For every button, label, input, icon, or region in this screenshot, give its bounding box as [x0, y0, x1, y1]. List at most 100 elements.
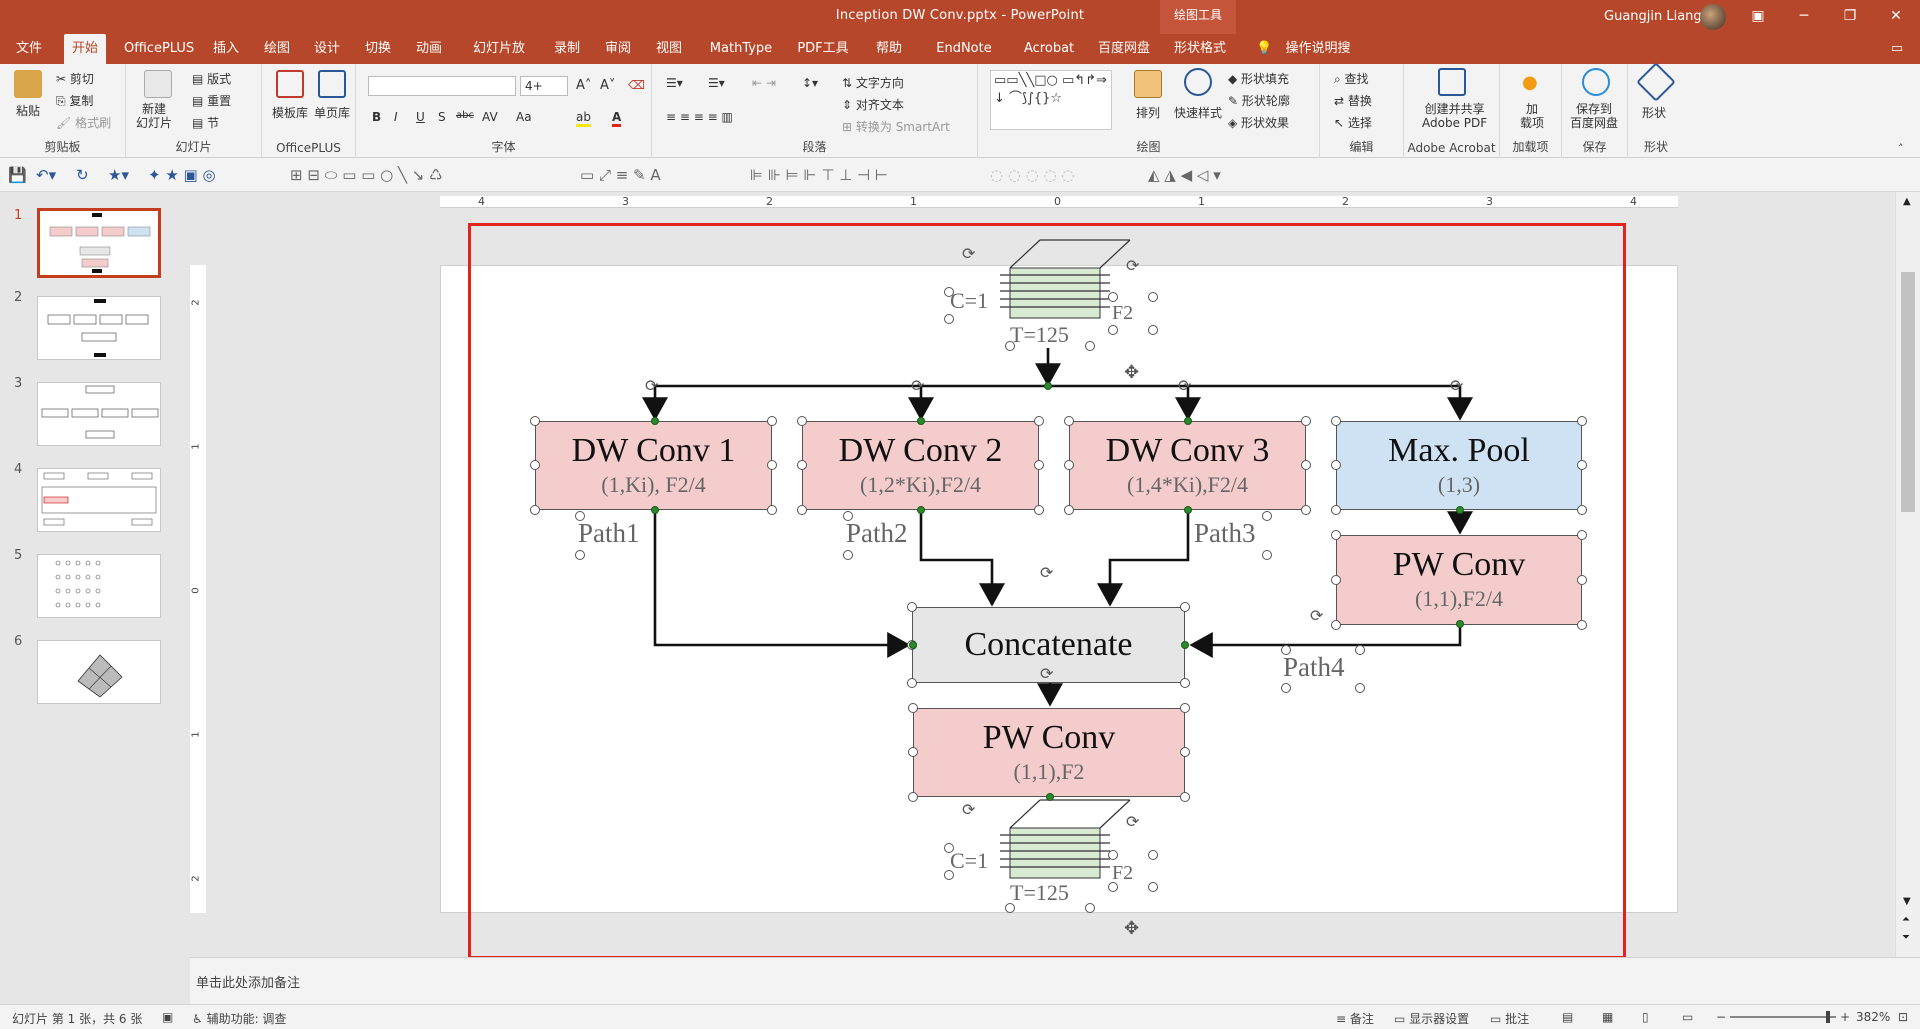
rotate-handle-icon[interactable]: ⟳: [962, 244, 975, 263]
accessibility-status[interactable]: ♿ 辅助功能: 调查: [192, 1010, 286, 1027]
fit-slide-icon[interactable]: ⊡: [1898, 1010, 1908, 1024]
rotate-handle-icon[interactable]: ⟳: [1040, 664, 1053, 683]
resize-handle[interactable]: [1577, 416, 1587, 426]
resize-handle[interactable]: [1301, 505, 1311, 515]
notes-placeholder[interactable]: 单击此处添加备注: [196, 972, 300, 991]
resize-handle[interactable]: [1108, 292, 1118, 302]
scroll-thumb[interactable]: [1901, 272, 1915, 512]
scroll-up-icon[interactable]: ▲: [1903, 196, 1911, 207]
resize-handle[interactable]: [530, 460, 540, 470]
next-slide-icon[interactable]: ⏷: [1902, 932, 1910, 943]
resize-handle[interactable]: [530, 416, 540, 426]
spellcheck-icon[interactable]: ▣: [162, 1010, 173, 1024]
resize-handle[interactable]: [1180, 792, 1190, 802]
connection-point[interactable]: [651, 506, 659, 514]
connection-point[interactable]: [1046, 793, 1054, 801]
resize-handle[interactable]: [1180, 747, 1190, 757]
pw-conv-pool-box[interactable]: PW Conv (1,1),F2/4: [1336, 535, 1582, 625]
slide-sorter-icon[interactable]: ▦: [1602, 1010, 1613, 1024]
dw-conv-2-box[interactable]: DW Conv 2 (1,2*Ki),F2/4: [802, 421, 1039, 510]
resize-handle[interactable]: [843, 511, 853, 521]
resize-handle[interactable]: [1262, 511, 1272, 521]
rotate-handle-icon[interactable]: ⟳: [1310, 606, 1323, 625]
resize-handle[interactable]: [908, 792, 918, 802]
connection-point[interactable]: [917, 417, 925, 425]
connection-point[interactable]: [1456, 506, 1464, 514]
resize-handle[interactable]: [1034, 460, 1044, 470]
path1-label[interactable]: Path1: [578, 518, 640, 549]
slideshow-icon[interactable]: ▭: [1682, 1010, 1693, 1024]
resize-handle[interactable]: [1331, 505, 1341, 515]
connection-point[interactable]: [1456, 620, 1464, 628]
rotate-handle-icon[interactable]: ⟳: [1126, 812, 1139, 831]
resize-handle[interactable]: [1281, 683, 1291, 693]
resize-handle[interactable]: [1331, 460, 1341, 470]
resize-handle[interactable]: [944, 314, 954, 324]
resize-handle[interactable]: [944, 287, 954, 297]
connection-point[interactable]: [917, 506, 925, 514]
resize-handle[interactable]: [1148, 850, 1158, 860]
resize-handle[interactable]: [797, 416, 807, 426]
zoom-in-icon[interactable]: +: [1840, 1010, 1850, 1024]
resize-handle[interactable]: [1577, 530, 1587, 540]
connection-point[interactable]: [1181, 641, 1189, 649]
rotate-handle-icon[interactable]: ⟳: [1178, 376, 1191, 395]
resize-handle[interactable]: [530, 505, 540, 515]
resize-handle[interactable]: [1180, 602, 1190, 612]
pw-conv-output-box[interactable]: PW Conv (1,1),F2: [913, 708, 1185, 797]
top-channel-label[interactable]: C=1: [950, 288, 988, 314]
connection-point[interactable]: [1184, 417, 1192, 425]
resize-handle[interactable]: [1577, 505, 1587, 515]
move-handle-icon[interactable]: ✥: [1124, 918, 1139, 939]
rotate-handle-icon[interactable]: ⟳: [962, 800, 975, 819]
resize-handle[interactable]: [1005, 341, 1015, 351]
resize-handle[interactable]: [1064, 460, 1074, 470]
path2-label[interactable]: Path2: [846, 518, 908, 549]
resize-handle[interactable]: [1577, 460, 1587, 470]
zoom-out-icon[interactable]: −: [1716, 1010, 1726, 1024]
resize-handle[interactable]: [1064, 505, 1074, 515]
resize-handle[interactable]: [1281, 645, 1291, 655]
resize-handle[interactable]: [1331, 416, 1341, 426]
zoom-slider[interactable]: [1730, 1016, 1836, 1018]
notes-pane[interactable]: 单击此处添加备注: [190, 957, 1920, 1004]
resize-handle[interactable]: [1301, 460, 1311, 470]
resize-handle[interactable]: [797, 460, 807, 470]
top-time-label[interactable]: T=125: [1010, 322, 1069, 348]
connection-point[interactable]: [651, 417, 659, 425]
resize-handle[interactable]: [1085, 341, 1095, 351]
resize-handle[interactable]: [907, 602, 917, 612]
resize-handle[interactable]: [767, 505, 777, 515]
resize-handle[interactable]: [1331, 530, 1341, 540]
connection-point[interactable]: [1184, 506, 1192, 514]
dw-conv-3-box[interactable]: DW Conv 3 (1,4*Ki),F2/4: [1069, 421, 1306, 510]
resize-handle[interactable]: [1180, 678, 1190, 688]
resize-handle[interactable]: [1108, 850, 1118, 860]
resize-handle[interactable]: [1108, 325, 1118, 335]
rotate-handle-icon[interactable]: ⟳: [1126, 256, 1139, 275]
resize-handle[interactable]: [944, 870, 954, 880]
resize-handle[interactable]: [1005, 903, 1015, 913]
reading-view-icon[interactable]: ▯: [1642, 1010, 1649, 1024]
zoom-slider-thumb[interactable]: [1826, 1011, 1830, 1023]
move-handle-icon[interactable]: ✥: [1124, 362, 1139, 383]
resize-handle[interactable]: [1301, 416, 1311, 426]
resize-handle[interactable]: [1355, 645, 1365, 655]
bottom-time-label[interactable]: T=125: [1010, 880, 1069, 906]
scroll-down-icon[interactable]: ▼: [1903, 896, 1911, 907]
resize-handle[interactable]: [1108, 882, 1118, 892]
resize-handle[interactable]: [1577, 575, 1587, 585]
bottom-channel-label[interactable]: C=1: [950, 848, 988, 874]
connection-point[interactable]: [1044, 382, 1052, 390]
resize-handle[interactable]: [843, 550, 853, 560]
resize-handle[interactable]: [1180, 703, 1190, 713]
resize-handle[interactable]: [575, 511, 585, 521]
notes-toggle[interactable]: ≡ 备注: [1336, 1010, 1374, 1027]
resize-handle[interactable]: [1148, 325, 1158, 335]
prev-slide-icon[interactable]: ⏶: [1902, 914, 1910, 925]
resize-handle[interactable]: [1331, 620, 1341, 630]
path3-label[interactable]: Path3: [1194, 518, 1256, 549]
tensor-stack-bottom[interactable]: [1000, 799, 1131, 879]
rotate-handle-icon[interactable]: ⟳: [1040, 563, 1053, 582]
comments-toggle[interactable]: ▭ 批注: [1490, 1010, 1529, 1027]
